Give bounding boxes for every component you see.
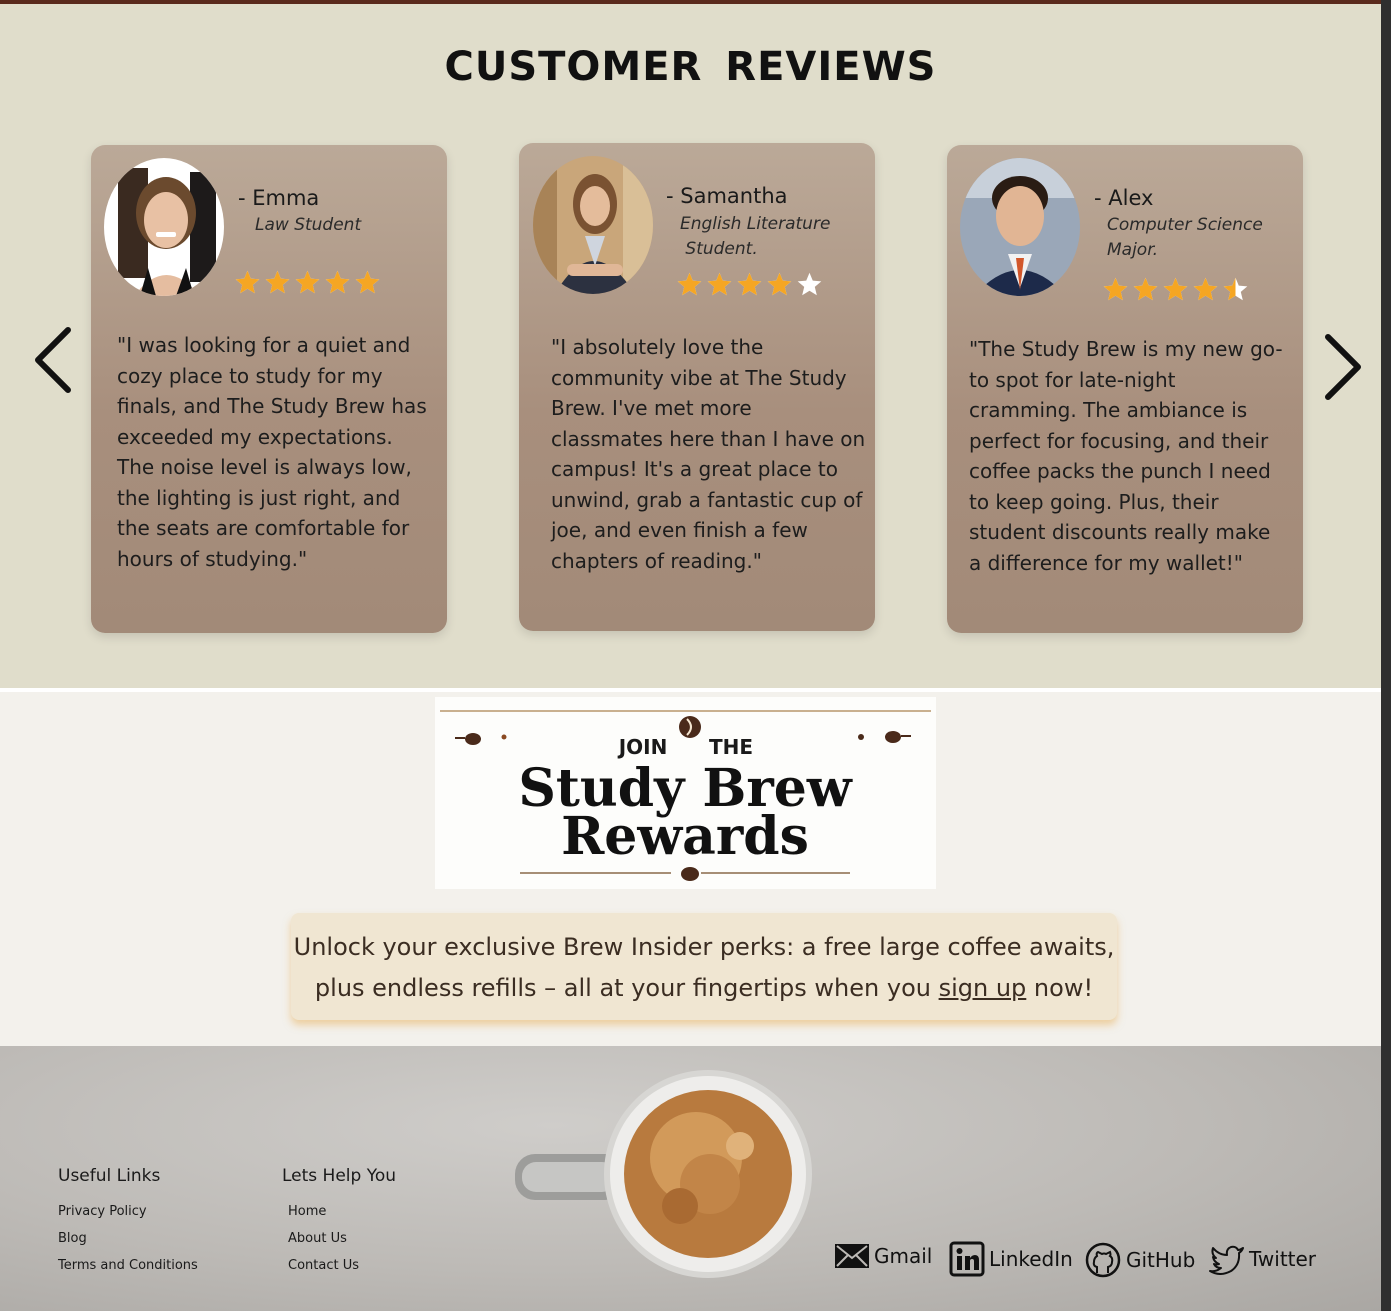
review-quote: "The Study Brew is my new go-to spot for…	[969, 337, 1283, 575]
avatar	[533, 156, 653, 294]
coffee-cup-icon	[885, 731, 911, 743]
reviewer-name: - Alex	[1094, 186, 1154, 210]
promo-text: Unlock your exclusive Brew Insider perks…	[293, 933, 1115, 1002]
reviewer-role: Law Student	[255, 215, 362, 235]
svg-text:JOIN: JOIN	[617, 735, 668, 759]
star-icon	[265, 270, 290, 294]
review-quote: "I absolutely love the community vibe at…	[551, 335, 866, 573]
svg-text:Rewards: Rewards	[561, 806, 809, 867]
carousel-next-button[interactable]	[1318, 331, 1368, 411]
reviews-section: CUSTOMER REVIEWS - Emma Law Student "I w…	[0, 4, 1381, 688]
terms-link[interactable]: Terms and Conditions	[58, 1258, 198, 1273]
twitter-icon	[1209, 1245, 1244, 1275]
contact-link[interactable]: Contact Us	[288, 1258, 359, 1273]
review-card-samantha: - Samantha English Literature Student. "…	[519, 143, 875, 631]
star-icon	[1193, 277, 1218, 301]
reviewer-name: - Samantha	[666, 184, 788, 208]
reviewer-role: English Literature Student.	[680, 214, 831, 259]
chevron-right-icon	[1325, 334, 1361, 400]
github-icon	[1085, 1242, 1121, 1278]
reviewer-name: - Emma	[238, 186, 320, 210]
rewards-promo-banner: Unlock your exclusive Brew Insider perks…	[291, 913, 1117, 1020]
star-icon	[1103, 277, 1128, 301]
star-icon	[797, 272, 822, 296]
review-card-emma: - Emma Law Student "I was looking for a …	[91, 145, 447, 633]
star-icon	[767, 272, 792, 296]
rating-stars	[676, 271, 823, 298]
star-icon	[325, 270, 350, 294]
rewards-section: JOIN THE Study Brew Rewards Unlock your …	[0, 688, 1381, 1046]
star-icon	[1163, 277, 1188, 301]
rewards-logo: JOIN THE Study Brew Rewards	[435, 697, 936, 889]
sign-up-link[interactable]: sign up	[939, 974, 1027, 1002]
blog-link[interactable]: Blog	[58, 1231, 87, 1246]
star-icon	[677, 272, 702, 296]
linkedin-icon	[949, 1241, 985, 1277]
coffee-cup-icon	[455, 733, 481, 745]
rating-stars	[1102, 276, 1249, 303]
star-icon	[737, 272, 762, 296]
avatar	[960, 158, 1080, 296]
mail-icon	[835, 1244, 869, 1268]
star-icon	[355, 270, 380, 294]
useful-links-title: Useful Links	[58, 1166, 161, 1186]
svg-text:THE: THE	[709, 735, 753, 759]
coffee-cup-image	[510, 1066, 820, 1306]
about-link[interactable]: About Us	[288, 1231, 347, 1246]
rating-stars	[234, 269, 381, 296]
home-link[interactable]: Home	[288, 1204, 326, 1219]
carousel-prev-button[interactable]	[28, 324, 78, 404]
github-link[interactable]: GitHub	[1084, 1241, 1195, 1279]
star-icon	[1133, 277, 1158, 301]
linkedin-link[interactable]: LinkedIn	[949, 1241, 1073, 1277]
privacy-policy-link[interactable]: Privacy Policy	[58, 1204, 147, 1219]
star-icon	[235, 270, 260, 294]
avatar	[104, 158, 224, 296]
reviewer-role: Computer Science Major.	[1107, 215, 1263, 260]
page: CUSTOMER REVIEWS - Emma Law Student "I w…	[0, 0, 1381, 1311]
window-edge	[1381, 0, 1391, 1311]
gmail-link[interactable]: Gmail	[834, 1243, 932, 1269]
coffee-bean-icon	[681, 867, 699, 881]
twitter-link[interactable]: Twitter	[1209, 1243, 1316, 1275]
star-icon	[295, 270, 320, 294]
review-quote: "I was looking for a quiet and cozy plac…	[117, 333, 427, 571]
help-title: Lets Help You	[282, 1166, 397, 1186]
footer: Useful Links Privacy Policy Blog Terms a…	[0, 1046, 1381, 1311]
star-icon	[707, 272, 732, 296]
star-icon	[1223, 277, 1248, 301]
review-card-alex: - Alex Computer Science Major. "The Stud…	[947, 145, 1303, 633]
chevron-left-icon	[35, 327, 71, 393]
reviews-title: CUSTOMER REVIEWS	[444, 44, 937, 90]
